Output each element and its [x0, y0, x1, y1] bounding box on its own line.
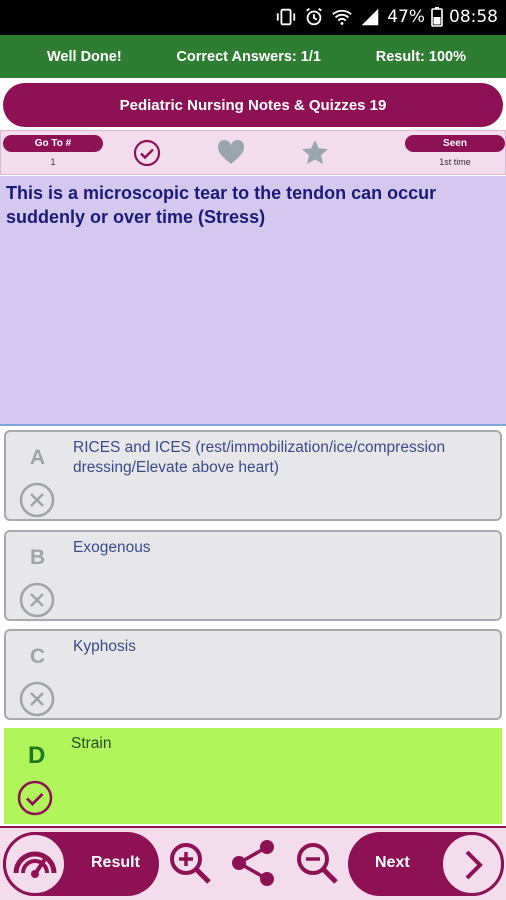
option-b[interactable]: B Exogenous: [4, 530, 502, 621]
option-text: RICES and ICES (rest/immobilization/ice/…: [73, 439, 446, 476]
next-button[interactable]: Next: [348, 832, 504, 896]
result-percent-text: Result: 100%: [375, 48, 466, 65]
option-text: Exogenous: [73, 539, 151, 556]
battery-icon: [431, 7, 443, 27]
alarm-icon: [306, 7, 323, 26]
option-letter: D: [28, 742, 46, 769]
option-letter: A: [30, 446, 46, 469]
option-a[interactable]: A RICES and ICES (rest/immobilization/ic…: [4, 430, 502, 521]
correct-answers-text: Correct Answers: 1/1: [176, 48, 321, 65]
battery-percent: 47%: [387, 7, 425, 27]
result-button[interactable]: Result: [3, 832, 159, 896]
wrong-x-icon: [19, 681, 55, 717]
goto-button[interactable]: Go To #: [3, 135, 103, 152]
zoom-in-icon[interactable]: [165, 838, 215, 888]
star-icon[interactable]: [300, 138, 330, 168]
option-letter: C: [30, 645, 46, 668]
seen-badge: Seen: [405, 135, 505, 152]
well-done-text: Well Done!: [47, 48, 122, 65]
option-letter: B: [30, 546, 46, 569]
result-button-label: Result: [91, 854, 140, 871]
option-text: Strain: [71, 735, 112, 752]
option-text: Kyphosis: [73, 638, 136, 655]
heart-icon[interactable]: [216, 138, 246, 168]
correct-check-icon: [17, 780, 53, 816]
next-icon-circle: [440, 832, 504, 896]
question-text: This is a microscopic tear to the tendon…: [0, 176, 506, 426]
seen-value: 1st time: [439, 157, 471, 167]
result-bar: Well Done! Correct Answers: 1/1 Result: …: [0, 35, 506, 78]
quiz-title: Pediatric Nursing Notes & Quizzes 19: [3, 83, 503, 127]
bottom-bar: Result Next: [0, 826, 506, 900]
chevron-right-icon: [465, 850, 483, 880]
gauge-icon: [13, 851, 57, 878]
zoom-out-icon[interactable]: [292, 838, 342, 888]
goto-value: 1: [50, 157, 56, 167]
status-time: 08:58: [449, 7, 498, 27]
vibrate-icon: [277, 8, 296, 26]
next-button-label: Next: [375, 854, 410, 871]
question-toolbar: Go To # 1 Seen 1st time: [0, 130, 506, 175]
wifi-icon: [332, 9, 352, 25]
signal-icon: [361, 8, 379, 26]
option-d[interactable]: D Strain: [4, 728, 502, 824]
wrong-x-icon: [19, 582, 55, 618]
check-circle-icon[interactable]: [132, 138, 162, 168]
status-bar: 47% 08:58: [0, 0, 506, 35]
result-icon-circle: [3, 832, 67, 896]
share-icon[interactable]: [229, 838, 279, 888]
status-icons: 47% 08:58: [275, 6, 498, 28]
wrong-x-icon: [19, 482, 55, 518]
option-c[interactable]: C Kyphosis: [4, 629, 502, 720]
